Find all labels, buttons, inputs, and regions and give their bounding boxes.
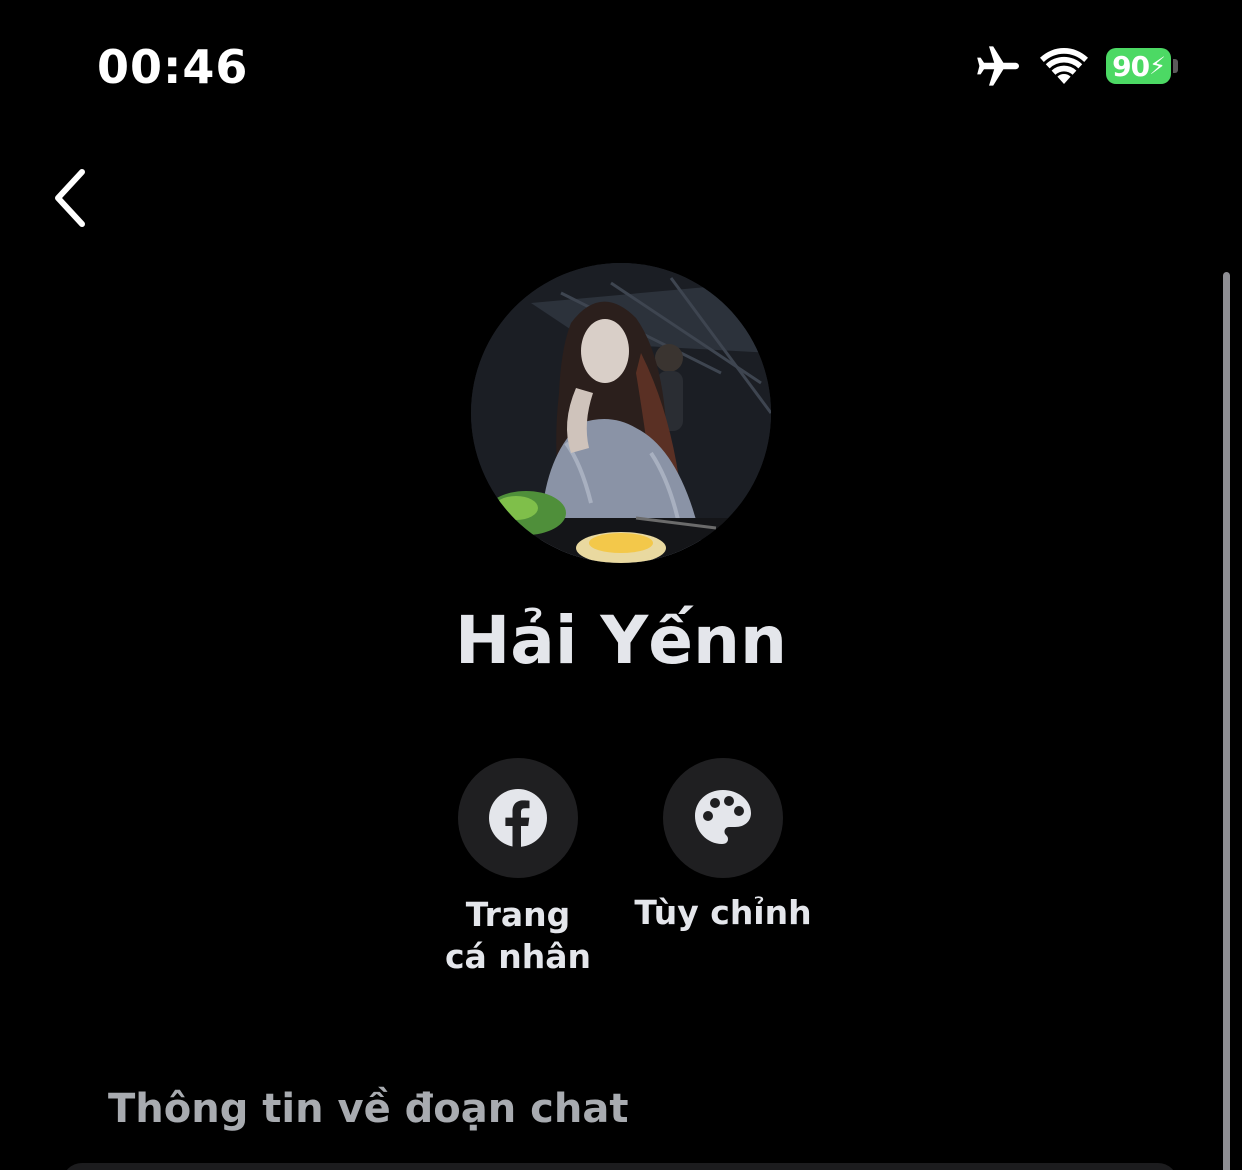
- airplane-mode-icon: [977, 46, 1019, 86]
- status-icons: 90 ⚡: [974, 44, 1178, 88]
- status-time: 00:46: [97, 40, 249, 94]
- customize-button[interactable]: [663, 758, 783, 878]
- chat-info-section-title: Thông tin về đoạn chat: [108, 1086, 629, 1132]
- chat-info-screen: 00:46 90 ⚡ Hải Yếnn Trang cá nhân Tùy ch…: [0, 0, 1242, 1170]
- palette-icon: [695, 790, 751, 844]
- chevron-left-icon: [55, 169, 85, 227]
- facebook-icon: [489, 789, 547, 848]
- profile-name: Hải Yếnn: [455, 602, 787, 679]
- wifi-icon: [1040, 48, 1088, 84]
- scrollbar[interactable]: [1223, 272, 1230, 1170]
- customize-action: Tùy chỉnh: [623, 758, 823, 934]
- profile-action: Trang cá nhân: [418, 758, 618, 978]
- profile-photo: [471, 263, 771, 563]
- chat-info-card: [62, 1163, 1178, 1170]
- profile-button-label: Trang cá nhân: [444, 895, 592, 976]
- battery-charging-icon: 90 ⚡: [1106, 47, 1178, 85]
- profile-button[interactable]: [458, 758, 578, 878]
- customize-button-label: Tùy chỉnh: [634, 893, 812, 932]
- avatar[interactable]: [471, 263, 771, 563]
- battery-level: 90 ⚡: [1106, 48, 1172, 84]
- back-button[interactable]: [40, 160, 100, 236]
